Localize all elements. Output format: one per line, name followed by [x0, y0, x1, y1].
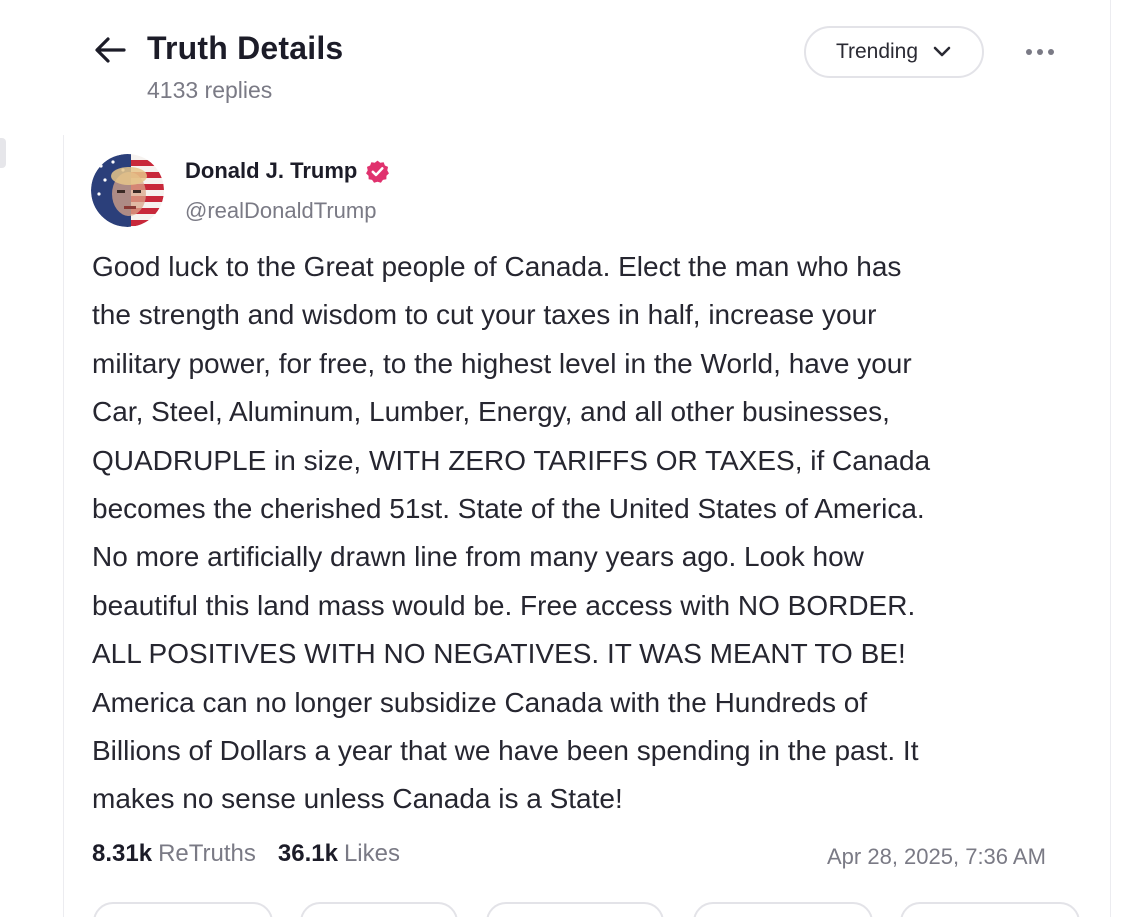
ellipsis-icon-dot	[1037, 49, 1043, 55]
more-action-button[interactable]	[900, 902, 1080, 917]
post-text: Good luck to the Great people of Canada.…	[92, 243, 1092, 824]
retruths-label: ReTruths	[158, 840, 256, 867]
likes-label: Likes	[343, 840, 400, 867]
post-text-line: the strength and wisdom to cut your taxe…	[92, 299, 877, 331]
post-text-line: Car, Steel, Aluminum, Lumber, Energy, an…	[92, 396, 890, 428]
back-button[interactable]	[92, 30, 128, 70]
post-text-line: makes no sense unless Canada is a State!	[92, 783, 623, 815]
likes-stat[interactable]: 36.1k Likes	[278, 840, 400, 868]
post-thread-line	[63, 135, 64, 917]
post-text-line: becomes the cherished 51st. State of the…	[92, 493, 925, 525]
post-stats: 8.31k ReTruths 36.1k Likes	[92, 840, 400, 868]
share-action-button[interactable]	[693, 902, 873, 917]
post-text-line: military power, for free, to the highest…	[92, 347, 912, 379]
arrow-left-icon	[95, 37, 126, 63]
author-handle[interactable]: @realDonaldTrump	[185, 198, 376, 224]
chevron-down-icon	[933, 46, 951, 57]
author-name[interactable]: Donald J. Trump	[185, 158, 390, 184]
post-text-line: No more artificially drawn line from man…	[92, 541, 864, 573]
retruths-count: 8.31k	[92, 840, 153, 867]
left-panel-edge	[0, 138, 6, 168]
column-divider	[1110, 0, 1111, 917]
like-action-button[interactable]	[486, 902, 664, 917]
post-timestamp: Apr 28, 2025, 7:36 AM	[827, 844, 1046, 869]
retruth-action-button[interactable]	[300, 902, 458, 917]
post-text-line: ALL POSITIVES WITH NO NEGATIVES. IT WAS …	[92, 638, 906, 670]
page-title: Truth Details	[147, 30, 344, 66]
post-text-line: beautiful this land mass would be. Free …	[92, 589, 916, 621]
author-name-text: Donald J. Trump	[185, 158, 358, 183]
verified-badge-icon	[366, 160, 390, 183]
more-options-button[interactable]	[1014, 36, 1066, 68]
avatar-image	[91, 154, 164, 227]
retruths-stat[interactable]: 8.31k ReTruths	[92, 840, 256, 868]
replies-count: 4133 replies	[147, 77, 273, 103]
post-text-line: Billions of Dollars a year that we have …	[92, 735, 919, 767]
post-text-line: Good luck to the Great people of Canada.…	[92, 251, 902, 282]
sort-dropdown[interactable]: Trending	[804, 26, 984, 78]
post-text-line: QUADRUPLE in size, WITH ZERO TARIFFS OR …	[92, 444, 931, 476]
ellipsis-icon	[1026, 49, 1032, 55]
post-text-line: America can no longer subsidize Canada w…	[92, 686, 868, 718]
sort-label: Trending	[835, 40, 919, 63]
page-header: Truth Details 4133 replies Trending	[0, 0, 1110, 130]
reply-action-button[interactable]	[93, 902, 273, 917]
ellipsis-icon-dot	[1048, 49, 1054, 55]
likes-count: 36.1k	[277, 840, 338, 867]
author-avatar[interactable]	[91, 154, 164, 227]
